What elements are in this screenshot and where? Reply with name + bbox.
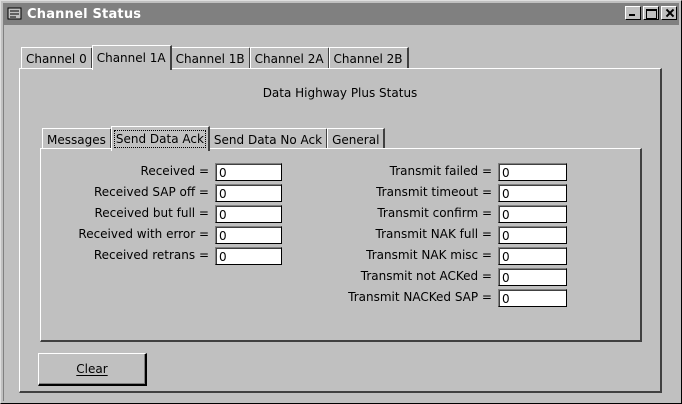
stat-label: Transmit NAK misc = xyxy=(366,248,492,262)
tab-send-data-ack[interactable]: Send Data Ack xyxy=(110,126,210,151)
close-icon[interactable] xyxy=(661,6,677,20)
stat-value-field: 0 xyxy=(215,184,282,202)
status-tabstrip: Messages Send Data Ack Send Data No Ack Gen… xyxy=(42,124,386,151)
channel-panel: Data Highway Plus Status Messages Send Da… xyxy=(19,68,662,393)
stat-label: Transmit not ACKed = xyxy=(360,269,492,283)
tab-send-data-no-ack[interactable]: Send Data No Ack xyxy=(208,128,329,150)
window-title: Channel Status xyxy=(27,6,142,22)
stat-value-field: 0 xyxy=(498,205,567,223)
tab-messages[interactable]: Messages xyxy=(42,128,112,150)
stat-value-field: 0 xyxy=(215,205,282,223)
stat-label: Received but full = xyxy=(94,206,209,220)
tab-general[interactable]: General xyxy=(327,128,386,150)
tab-channel-1a[interactable]: Channel 1A xyxy=(91,45,172,70)
stat-label: Transmit NAK full = xyxy=(375,227,493,241)
stat-value-field: 0 xyxy=(498,247,567,265)
stat-label: Received retrans = xyxy=(93,248,209,262)
stat-value-field: 0 xyxy=(498,163,567,181)
tab-channel-2b[interactable]: Channel 2B xyxy=(328,47,409,69)
stat-label: Transmit timeout = xyxy=(376,185,492,199)
stat-value-field: 0 xyxy=(498,289,567,307)
tab-label: Channel 2B xyxy=(333,51,403,66)
tab-channel-2a[interactable]: Channel 2A xyxy=(249,47,330,69)
stat-label: Transmit NACKed SAP = xyxy=(348,290,492,304)
panel-heading: Data Highway Plus Status xyxy=(262,86,418,100)
tab-channel-1b[interactable]: Channel 1B xyxy=(170,47,251,69)
tab-label: Send Data Ack xyxy=(113,130,206,148)
tab-label: Channel 1B xyxy=(175,51,245,66)
stat-label: Received SAP off = xyxy=(94,185,209,199)
tab-label: Messages xyxy=(47,132,106,147)
stat-value-field: 0 xyxy=(215,163,282,181)
tab-label: Channel 0 xyxy=(26,51,87,66)
tab-label: General xyxy=(332,132,380,147)
send-data-ack-panel: Received = 0 Received SAP off = 0 Received b… xyxy=(40,148,642,342)
stat-value-field: 0 xyxy=(498,184,567,202)
title-bar[interactable]: Channel Status xyxy=(3,3,679,25)
tab-label: Channel 2A xyxy=(254,51,324,66)
stat-value-field: 0 xyxy=(215,226,282,244)
stat-value-field: 0 xyxy=(498,226,567,244)
stat-label: Received with error = xyxy=(78,227,209,241)
channel-tabstrip: Channel 0 Channel 1A Channel 1B Channel 2A C… xyxy=(21,43,409,70)
tab-channel-0[interactable]: Channel 0 xyxy=(21,47,93,69)
stat-value-field: 0 xyxy=(215,247,282,265)
tab-label: Channel 1A xyxy=(96,51,166,65)
channel-status-window: Channel Status Channel 0 Channel 1A Channe… xyxy=(0,0,682,404)
tab-label: Send Data No Ack xyxy=(213,132,323,147)
stat-label: Transmit failed = xyxy=(389,164,492,178)
app-icon xyxy=(7,6,23,22)
clear-button-label: Clear xyxy=(76,362,108,376)
clear-button[interactable]: Clear xyxy=(38,353,147,386)
stat-label: Received = xyxy=(140,164,209,178)
minimize-icon[interactable] xyxy=(625,6,641,20)
maximize-icon[interactable] xyxy=(643,6,659,20)
stat-label: Transmit confirm = xyxy=(377,206,492,220)
stat-value-field: 0 xyxy=(498,268,567,286)
